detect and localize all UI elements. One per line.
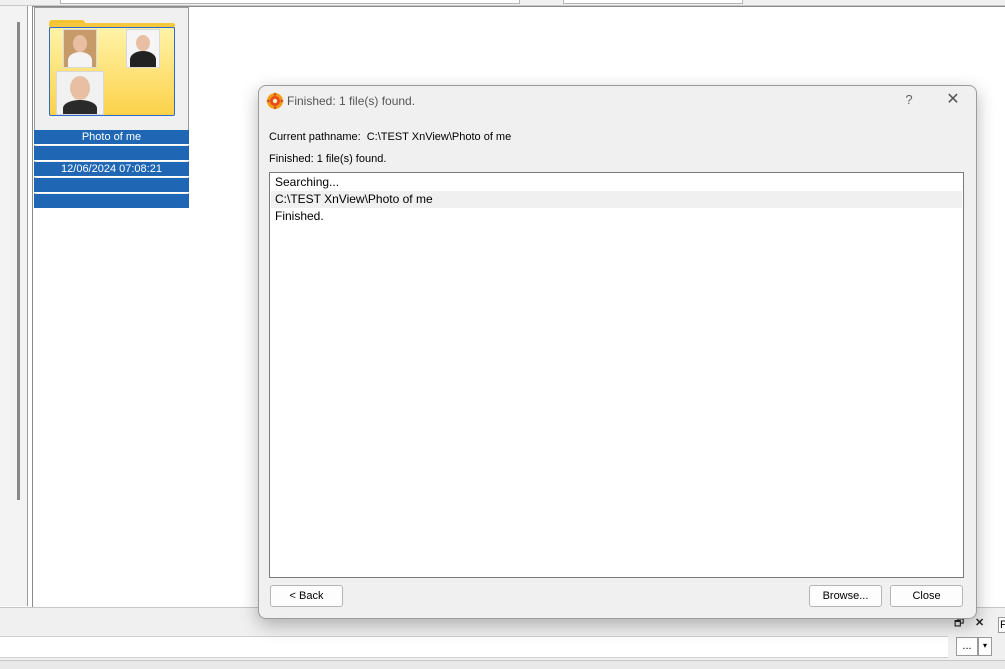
- photo-preview-1: [63, 29, 97, 68]
- p-button[interactable]: P: [998, 617, 1005, 633]
- current-pathname: Current pathname: C:\TEST XnView\Photo of…: [269, 131, 511, 143]
- current-pathname-label: Current pathname:: [269, 131, 361, 143]
- chevron-down-icon[interactable]: ▾: [978, 637, 992, 656]
- dialog-titlebar[interactable]: Finished: 1 file(s) found. ? ✕: [259, 86, 976, 116]
- log-line[interactable]: C:\TEST XnView\Photo of me: [271, 191, 962, 208]
- filter-field-edge[interactable]: [563, 0, 743, 4]
- current-pathname-value: C:\TEST XnView\Photo of me: [366, 131, 512, 143]
- photo-preview-3: [56, 71, 104, 115]
- more-button[interactable]: ...: [956, 637, 978, 656]
- close-icon[interactable]: ✕: [975, 617, 984, 629]
- close-icon[interactable]: ✕: [943, 90, 963, 110]
- folder-tree-pane: [0, 6, 28, 606]
- thumbnail-meta-empty: [34, 178, 189, 193]
- help-button[interactable]: ?: [899, 91, 919, 109]
- thumbnail-date: 12/06/2024 07:08:21: [34, 162, 189, 177]
- status-bottom-line: [0, 660, 1005, 669]
- path-field[interactable]: [0, 636, 948, 658]
- thumbnail-meta-empty: [34, 146, 189, 161]
- dialog-title: Finished: 1 file(s) found.: [287, 94, 416, 108]
- search-results-dialog: Finished: 1 file(s) found. ? ✕ Current p…: [258, 85, 977, 619]
- browse-button[interactable]: Browse...: [809, 585, 882, 607]
- address-field-edge[interactable]: [60, 0, 520, 4]
- xnview-icon: [266, 92, 284, 110]
- thumbnail-name: Photo of me: [34, 130, 189, 145]
- tree-scrollbar[interactable]: [17, 22, 20, 500]
- thumbnail-meta-empty: [34, 194, 189, 209]
- photo-preview-2: [126, 29, 160, 68]
- close-button[interactable]: Close: [890, 585, 963, 607]
- log-line: Finished.: [275, 209, 324, 223]
- log-line: Searching...: [275, 175, 340, 189]
- back-button[interactable]: < Back: [270, 585, 343, 607]
- search-status: Finished: 1 file(s) found.: [269, 153, 387, 165]
- search-log[interactable]: Searching... C:\TEST XnView\Photo of me …: [269, 172, 964, 578]
